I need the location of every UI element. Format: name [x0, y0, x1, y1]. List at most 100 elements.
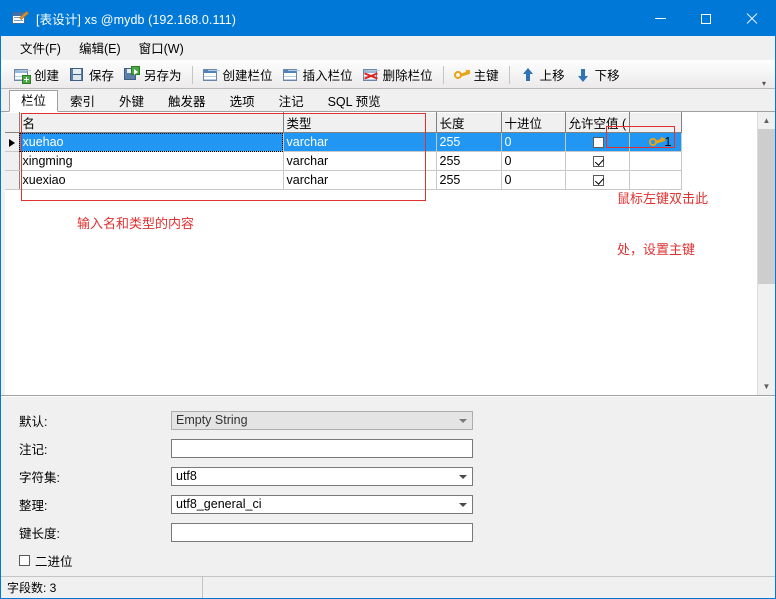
keylength-label: 键长度:	[19, 527, 60, 541]
annotation-fields-note: 输入名和类型的内容	[77, 216, 195, 231]
save-button-label: 保存	[89, 69, 115, 83]
close-button[interactable]	[729, 1, 775, 36]
grid-vertical-scrollbar[interactable]: ▲ ▼	[757, 112, 775, 395]
nullable-checkbox[interactable]	[593, 175, 604, 187]
menu-edit[interactable]: 编辑(E)	[70, 35, 130, 60]
fields-grid: 名 类型 长度 十进位 允许空值 ( xuehao varchar 255 0 …	[5, 112, 682, 190]
status-bar: 字段数: 3	[1, 576, 775, 598]
cell-length[interactable]: 255	[436, 151, 502, 171]
cell-type[interactable]: varchar	[283, 132, 437, 152]
binary-checkbox-row[interactable]: 二进位	[19, 551, 775, 570]
menu-window[interactable]: 窗口(W)	[130, 35, 193, 60]
arrow-up-icon	[520, 67, 536, 83]
scroll-track[interactable]	[758, 129, 775, 378]
status-field-count: 字段数: 3	[1, 577, 203, 598]
annotation-key-note-line2: 处，设置主键	[617, 242, 696, 257]
tab-bar: 栏位 索引 外键 触发器 选项 注记 SQL 预览	[1, 89, 775, 112]
comment-field[interactable]	[171, 439, 473, 458]
property-row-charset: 字符集: utf8	[19, 467, 775, 486]
row-marker-cell	[5, 151, 20, 171]
save-button[interactable]: 保存	[64, 63, 119, 86]
table-row[interactable]: xuehao varchar 255 0 1	[5, 132, 682, 152]
scroll-up-button[interactable]: ▲	[758, 112, 775, 129]
fields-grid-area: 名 类型 长度 十进位 允许空值 ( xuehao varchar 255 0 …	[1, 112, 775, 396]
current-row-arrow	[8, 139, 15, 147]
move-up-button[interactable]: 上移	[515, 63, 570, 86]
scroll-down-button[interactable]: ▼	[758, 378, 775, 395]
insert-field-button-label: 插入栏位	[302, 69, 353, 83]
title-bar: [表设计] xs @mydb (192.168.0.111)	[1, 1, 775, 36]
row-marker-cell	[5, 170, 20, 190]
cell-length[interactable]: 255	[436, 170, 502, 190]
window-controls	[637, 1, 775, 36]
default-value: Empty String	[176, 413, 248, 427]
fields-grid-viewport[interactable]: 名 类型 长度 十进位 允许空值 ( xuehao varchar 255 0 …	[5, 112, 757, 395]
col-header-nullable[interactable]: 允许空值 (	[565, 112, 630, 133]
cell-decimals[interactable]: 0	[501, 132, 566, 152]
tab-options[interactable]: 选项	[218, 91, 267, 112]
comment-label: 注记:	[19, 443, 48, 457]
status-secondary	[203, 577, 215, 598]
keylength-field[interactable]	[171, 523, 473, 542]
toolbar: 创建 保存 另存为 创建栏位 插入栏位 删除栏位 主键 上移 下移 ▾	[1, 60, 775, 89]
primary-key-button[interactable]: 主键	[449, 63, 504, 86]
cell-length[interactable]: 255	[436, 132, 502, 152]
nullable-checkbox[interactable]	[593, 137, 604, 149]
binary-checkbox[interactable]	[19, 555, 30, 566]
annotation-key-note-line1: 鼠标左键双击此	[617, 191, 709, 206]
table-row[interactable]: xuexiao varchar 255 0	[5, 170, 682, 190]
property-row-keylength: 键长度:	[19, 523, 775, 542]
chevron-down-icon	[459, 474, 467, 479]
tab-indexes[interactable]: 索引	[58, 91, 107, 112]
delete-field-button[interactable]: 删除栏位	[358, 63, 438, 86]
table-row[interactable]: xingming varchar 255 0	[5, 151, 682, 171]
tab-foreign[interactable]: 外键	[107, 91, 156, 112]
cell-name[interactable]: xingming	[19, 151, 284, 171]
cell-name[interactable]: xuehao	[19, 132, 284, 152]
minimize-button[interactable]	[637, 1, 683, 36]
new-button[interactable]: 创建	[9, 63, 64, 86]
grid-add-icon	[202, 67, 219, 83]
cell-key[interactable]: 1	[629, 132, 682, 152]
default-label: 默认:	[19, 415, 48, 429]
col-header-length[interactable]: 长度	[436, 112, 502, 133]
cell-name[interactable]: xuexiao	[19, 170, 284, 190]
col-header-type[interactable]: 类型	[283, 112, 437, 133]
nullable-checkbox[interactable]	[593, 156, 604, 168]
default-field[interactable]: Empty String	[171, 411, 473, 430]
menu-bar: 文件(F) 编辑(E) 窗口(W)	[1, 36, 775, 60]
charset-field[interactable]: utf8	[171, 467, 473, 486]
save-as-button[interactable]: 另存为	[119, 63, 187, 86]
grid-insert-icon	[282, 67, 299, 83]
save-as-button-label: 另存为	[144, 69, 182, 83]
add-field-button[interactable]: 创建栏位	[198, 63, 278, 86]
col-header-decimals[interactable]: 十进位	[501, 112, 566, 133]
diskette-arrow-icon	[124, 65, 141, 83]
col-header-name[interactable]: 名	[19, 112, 284, 133]
key-order-label: 1	[664, 135, 672, 149]
cell-type[interactable]: varchar	[283, 170, 437, 190]
tab-fields[interactable]: 栏位	[9, 90, 59, 112]
tab-triggers[interactable]: 触发器	[156, 91, 218, 112]
collation-field[interactable]: utf8_general_ci	[171, 495, 473, 514]
primary-key-button-label: 主键	[473, 69, 499, 83]
maximize-button[interactable]	[683, 1, 729, 36]
cell-type[interactable]: varchar	[283, 151, 437, 171]
grid-delete-icon	[362, 67, 379, 83]
move-down-button[interactable]: 下移	[570, 63, 625, 86]
diskette-icon	[69, 67, 85, 83]
move-up-button-label: 上移	[539, 69, 565, 83]
charset-label: 字符集:	[19, 471, 60, 485]
menu-file[interactable]: 文件(F)	[11, 35, 70, 60]
cell-decimals[interactable]: 0	[501, 151, 566, 171]
collation-value: utf8_general_ci	[176, 497, 262, 511]
insert-field-button[interactable]: 插入栏位	[278, 63, 358, 86]
cell-decimals[interactable]: 0	[501, 170, 566, 190]
col-header-key[interactable]	[629, 112, 682, 133]
row-marker-cell	[5, 132, 20, 152]
charset-value: utf8	[176, 469, 197, 483]
cell-nullable[interactable]	[565, 132, 630, 152]
tab-comment[interactable]: 注记	[267, 91, 316, 112]
scroll-thumb[interactable]	[758, 129, 775, 284]
tab-sql[interactable]: SQL 预览	[316, 91, 393, 112]
